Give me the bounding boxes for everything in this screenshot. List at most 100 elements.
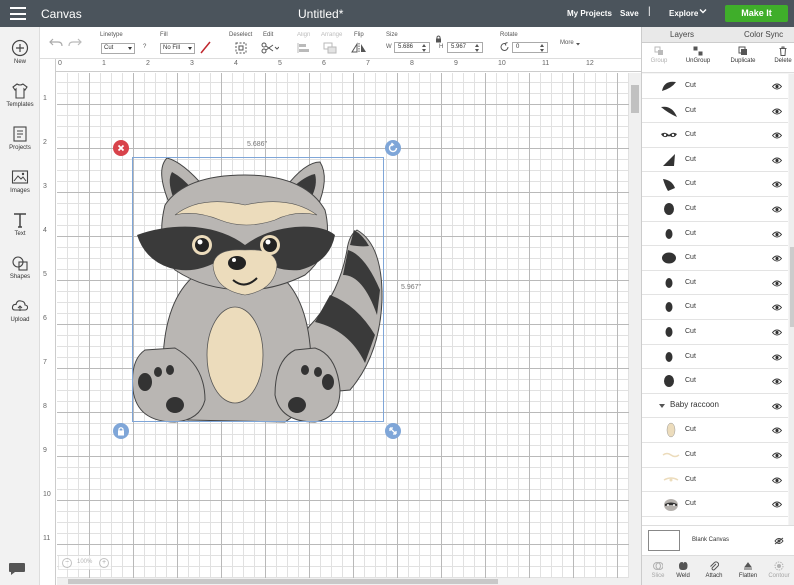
eye-icon[interactable] (772, 132, 782, 139)
selection-bounding-box[interactable] (132, 157, 384, 422)
eye-icon[interactable] (772, 231, 782, 238)
eye-icon[interactable] (772, 501, 782, 508)
lock-icon[interactable] (435, 35, 442, 43)
chevron-down-icon[interactable] (698, 6, 708, 16)
eye-icon[interactable] (772, 280, 782, 287)
delete-button[interactable]: Delete (766, 43, 794, 64)
menu-icon[interactable] (10, 7, 26, 20)
flatten-button[interactable]: Flatten (732, 559, 764, 579)
linetype-help[interactable]: ? (143, 44, 146, 50)
eye-icon[interactable] (772, 452, 782, 459)
rotate-handle[interactable] (385, 140, 401, 156)
layer-row[interactable]: Cut (642, 172, 788, 197)
expand-triangle-icon[interactable] (659, 403, 665, 408)
fill-select[interactable]: No Fill (160, 43, 195, 54)
layer-row[interactable]: Cut (642, 147, 788, 173)
layer-row[interactable]: Cut (642, 74, 788, 99)
make-it-button[interactable]: Make It (725, 5, 788, 22)
caret-down-icon[interactable] (575, 41, 581, 47)
my-projects-link[interactable]: My Projects (567, 9, 612, 18)
width-label: W (386, 44, 392, 50)
tab-layers[interactable]: Layers (670, 30, 694, 39)
shapes-tool[interactable]: Shapes (0, 254, 40, 280)
templates-tool[interactable]: Templates (0, 82, 40, 108)
canvas-vertical-scroll-thumb[interactable] (631, 85, 639, 113)
layers-scroll-thumb[interactable] (790, 247, 794, 327)
no-fill-swatch-icon[interactable] (199, 41, 212, 54)
eye-icon[interactable] (772, 378, 782, 385)
projects-tool[interactable]: Projects (0, 125, 40, 151)
eye-icon[interactable] (772, 329, 782, 336)
edit-scissors-icon[interactable] (261, 42, 279, 54)
delete-handle[interactable] (113, 140, 129, 156)
eye-icon[interactable] (772, 108, 782, 115)
blank-canvas-swatch[interactable] (648, 530, 680, 551)
layer-row[interactable]: Cut (642, 295, 788, 320)
layer-row[interactable]: Cut (642, 221, 788, 247)
layer-row[interactable]: Cut (642, 344, 788, 370)
layer-row[interactable]: Cut (642, 443, 788, 468)
canvas-vertical-scrollbar[interactable] (629, 73, 641, 585)
text-tool[interactable]: Text (0, 211, 40, 237)
layer-row[interactable]: Cut (642, 270, 788, 296)
stepper-icon[interactable] (474, 43, 480, 53)
contour-button[interactable]: Contour (763, 559, 794, 579)
eye-icon[interactable] (772, 427, 782, 434)
canvas-horizontal-scroll-thumb[interactable] (68, 579, 498, 584)
new-tool[interactable]: New (0, 39, 40, 65)
stepper-icon[interactable] (421, 43, 427, 53)
eye-icon[interactable] (772, 255, 782, 262)
rotate-icon[interactable] (500, 42, 510, 52)
layer-row[interactable]: Cut (642, 492, 788, 517)
resize-handle[interactable] (385, 423, 401, 439)
arrange-icon[interactable] (323, 42, 341, 54)
linetype-select[interactable]: Cut (101, 43, 135, 54)
layer-row[interactable]: Cut (642, 467, 788, 493)
explore-menu[interactable]: Explore (669, 9, 698, 18)
layer-row[interactable]: Cut (642, 246, 788, 271)
eye-icon[interactable] (772, 304, 782, 311)
eye-icon[interactable] (772, 181, 782, 188)
images-tool[interactable]: Images (0, 168, 40, 194)
layer-row[interactable]: Cut (642, 418, 788, 443)
flip-icon[interactable] (351, 42, 369, 54)
deselect-icon[interactable] (235, 42, 247, 54)
more-button[interactable]: More (560, 40, 574, 46)
lock-handle[interactable] (113, 423, 129, 439)
align-icon[interactable] (296, 42, 314, 54)
layer-row[interactable]: Cut (642, 197, 788, 222)
zoom-in-button[interactable]: + (99, 558, 109, 568)
flip-label: Flip (354, 32, 364, 38)
ungroup-button[interactable]: UnGroup (681, 43, 715, 64)
left-sidebar: New Templates Projects Images Text Shape… (0, 27, 40, 585)
layer-row[interactable]: Cut (642, 369, 788, 394)
save-button[interactable]: Save (620, 9, 639, 18)
paperclip-icon (710, 561, 719, 571)
eye-icon[interactable] (772, 354, 782, 361)
layer-row[interactable]: Cut (642, 98, 788, 124)
ruler-left-tick: 3 (43, 183, 47, 190)
chat-icon[interactable] (8, 562, 26, 576)
eye-icon[interactable] (772, 403, 782, 410)
redo-icon[interactable] (68, 37, 82, 48)
layer-group-row[interactable]: Baby raccoon (642, 393, 788, 419)
zoom-out-button[interactable]: − (62, 558, 72, 568)
eye-icon[interactable] (772, 477, 782, 484)
document-title[interactable]: Untitled* (298, 7, 343, 21)
layer-thumbnail (666, 423, 676, 438)
tab-color-sync[interactable]: Color Sync (744, 30, 783, 39)
weld-button[interactable]: Weld (667, 559, 699, 579)
blank-canvas-row[interactable]: Blank Canvas (642, 525, 794, 555)
stepper-icon[interactable] (539, 43, 545, 53)
eye-hidden-icon[interactable] (774, 537, 784, 545)
eye-icon[interactable] (772, 206, 782, 213)
upload-tool[interactable]: Upload (0, 297, 40, 323)
eye-icon[interactable] (772, 157, 782, 164)
layer-row[interactable]: Cut (642, 320, 788, 345)
eye-icon[interactable] (772, 83, 782, 90)
duplicate-button[interactable]: Duplicate (726, 43, 760, 64)
undo-icon[interactable] (49, 37, 63, 48)
group-button[interactable]: Group (642, 43, 676, 64)
attach-button[interactable]: Attach (698, 559, 730, 579)
layer-row[interactable]: Cut (642, 123, 788, 148)
